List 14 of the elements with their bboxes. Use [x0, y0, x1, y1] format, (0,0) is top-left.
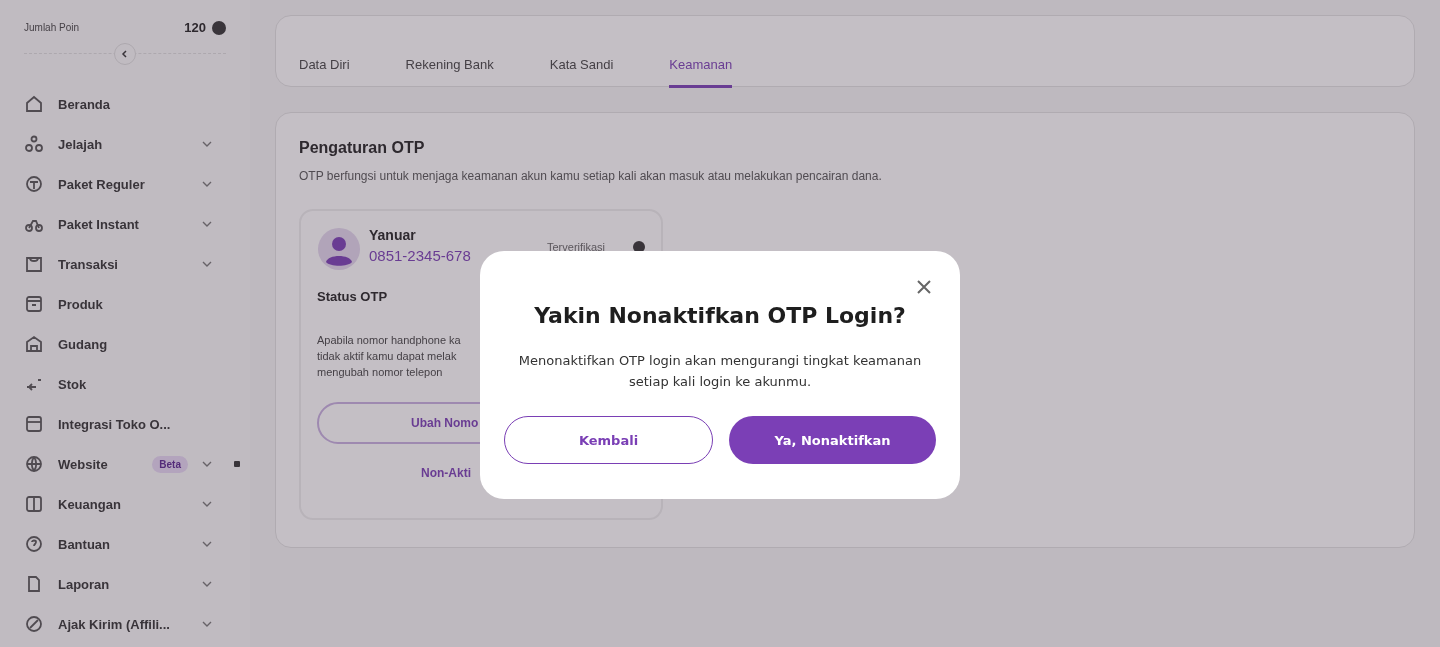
dialog-message: Menonaktifkan OTP login akan mengurangi tingkat keamanan setiap kali login ke akunmu.: [517, 352, 923, 391]
points-value: 120: [184, 20, 206, 35]
phone-number: 0851-2345-678: [369, 247, 471, 264]
points-label: Jumlah Poin: [24, 22, 81, 33]
status-title: Status OTP: [317, 289, 389, 304]
beta-badge: Beta: [152, 455, 188, 473]
note-text: Apabila nomor handphone ka: [317, 333, 461, 348]
verified-label: Terverifikasi: [547, 241, 606, 253]
user-name: Yanuar: [369, 227, 417, 243]
section-title: Pengaturan OTP: [299, 139, 426, 157]
note-text: tidak aktif kamu dapat melak: [317, 349, 457, 364]
note-text: mengubah nomor telepon: [317, 365, 443, 380]
section-description: OTP berfungsi untuk menjaga keamanan akun kamu setiap kali akan masuk atau melakukan pencairan dana.: [299, 169, 883, 183]
dialog-title: Yakin Nonaktifkan OTP Login?: [534, 303, 906, 328]
